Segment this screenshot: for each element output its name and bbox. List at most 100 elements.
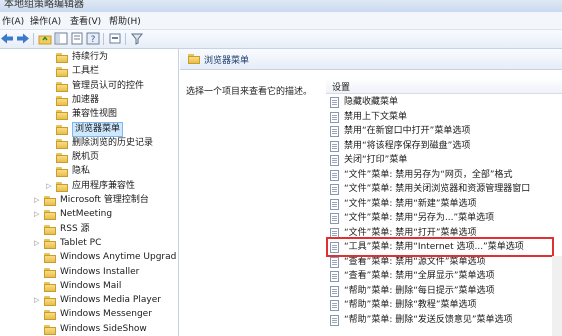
- setting-label: “查看”菜单: 禁用“源文件”菜单选项: [344, 256, 486, 267]
- properties-icon[interactable]: [108, 32, 122, 45]
- folder-icon: [56, 95, 68, 106]
- tree-item[interactable]: Windows Anytime Upgrad: [34, 251, 178, 265]
- tree-item[interactable]: RSS 源: [34, 223, 178, 237]
- policy-setting-icon: [330, 169, 339, 181]
- scrollbar[interactable]: [552, 256, 562, 336]
- forward-icon[interactable]: [16, 32, 30, 45]
- title-bar: 本地组策略编辑器: [0, 0, 562, 12]
- setting-row[interactable]: 禁用上下文菜单: [330, 111, 550, 125]
- policy-setting-icon: [330, 213, 339, 224]
- tree-item-label: NetMeeting: [60, 209, 113, 220]
- setting-row[interactable]: “查看”菜单: 禁用“源文件”菜单选项: [330, 256, 550, 270]
- folder-icon: [56, 52, 68, 63]
- setting-row[interactable]: “帮助”菜单: 删除“发送反馈意见”菜单选项: [330, 314, 550, 328]
- tree-item[interactable]: 持续行为: [46, 51, 178, 65]
- setting-row[interactable]: “文件”菜单: 禁用关闭浏览器和资源管理器窗口: [330, 183, 550, 197]
- menu-view[interactable]: 查看(V): [70, 14, 101, 27]
- expand-arrow-icon[interactable]: ▷: [34, 210, 42, 218]
- tree-item-label: 兼容性视图: [72, 109, 118, 120]
- tree-item[interactable]: 工具栏: [46, 65, 178, 79]
- setting-row[interactable]: “帮助”菜单: 删除“每日提示”菜单选项: [330, 285, 550, 299]
- folder-icon: [44, 238, 56, 249]
- window-title: 本地组策略编辑器: [4, 0, 84, 10]
- highlight-box: [326, 237, 554, 257]
- tree-item-label: 隐私: [72, 166, 91, 177]
- menu-help[interactable]: 帮助(H): [109, 14, 141, 27]
- setting-label: “文件”菜单: 禁用“新建”菜单选项: [344, 198, 477, 209]
- tree-item[interactable]: 加速器: [46, 94, 178, 108]
- folder-icon: [44, 224, 56, 235]
- tree-item[interactable]: Windows Installer: [34, 266, 178, 280]
- tree-item[interactable]: ▷ Microsoft 管理控制台: [34, 194, 178, 208]
- folder-icon: [56, 152, 68, 164]
- tree-item[interactable]: 删除浏览的历史记录: [46, 137, 178, 151]
- policy-setting-icon: [330, 184, 339, 195]
- expand-arrow-icon[interactable]: ▷: [46, 182, 54, 190]
- setting-row[interactable]: “文件”菜单: 禁用“新建”菜单选项: [330, 198, 550, 212]
- filter-icon[interactable]: [130, 32, 144, 45]
- setting-label: “帮助”菜单: 删除“发送反馈意见”菜单选项: [344, 314, 513, 325]
- tree-item[interactable]: Windows SideShow: [34, 323, 178, 336]
- navigation-tree: 持续行为工具栏 管理员认可的控件 加速器兼容性视图 浏览器菜单 删除浏览的历史记录 脱机页…: [0, 49, 179, 336]
- tree-item-label: 持续行为: [72, 52, 109, 62]
- tree-item-label: Windows Messenger: [60, 309, 152, 320]
- menu-action[interactable]: 操作(A): [30, 14, 61, 27]
- folder-icon: [44, 267, 56, 278]
- setting-row[interactable]: 隐藏收藏菜单: [330, 96, 550, 110]
- folder-icon: [44, 295, 56, 307]
- setting-row[interactable]: “帮助”菜单: 删除“教程”菜单选项: [330, 299, 550, 313]
- folder-icon: [56, 166, 68, 178]
- setting-row[interactable]: 关闭“打印”菜单: [330, 154, 550, 168]
- policy-setting-icon: [330, 126, 339, 137]
- export-list-icon[interactable]: [70, 32, 84, 45]
- policy-setting-icon: [330, 111, 339, 123]
- tree-item[interactable]: 管理员认可的控件: [46, 80, 178, 94]
- back-icon[interactable]: [0, 32, 14, 45]
- folder-icon: [44, 195, 56, 206]
- expand-arrow-icon[interactable]: ▷: [34, 196, 42, 204]
- setting-row[interactable]: “文件”菜单: 禁用“另存为...”菜单选项: [330, 212, 550, 226]
- policy-setting-icon: [330, 140, 339, 152]
- policy-setting-icon: [330, 97, 339, 108]
- policy-setting-icon: [330, 155, 339, 166]
- tree-item[interactable]: 浏览器菜单: [46, 121, 178, 137]
- setting-row[interactable]: “文件”菜单: 禁用另存为“网页，全部”格式: [330, 169, 550, 183]
- tree-item[interactable]: ▷ Windows Media Player: [34, 294, 178, 308]
- policy-setting-icon: [330, 314, 339, 326]
- folder-icon: [56, 124, 68, 135]
- tree-item[interactable]: ▷ Tablet PC: [34, 237, 178, 251]
- tree-item-label: Windows Media Player: [60, 295, 161, 306]
- tree-item-label: 脱机页: [72, 152, 100, 163]
- tree-item[interactable]: 脱机页: [46, 151, 178, 165]
- tree-item[interactable]: ▷ NetMeeting: [34, 208, 178, 222]
- svg-text:?: ?: [91, 35, 96, 45]
- expand-arrow-icon[interactable]: ▷: [34, 296, 42, 304]
- setting-label: 禁用“在新窗口中打开”菜单选项: [344, 126, 471, 136]
- setting-label: 禁用“将该程序保存到磁盘”选项: [344, 140, 471, 151]
- setting-row[interactable]: “查看”菜单: 禁用“全屏显示”菜单选项: [330, 270, 550, 284]
- tree-item-label: 加速器: [72, 94, 100, 105]
- tree-item[interactable]: ▷ 应用程序兼容性: [46, 180, 178, 194]
- tree-item[interactable]: 兼容性视图: [46, 108, 178, 122]
- setting-row[interactable]: 禁用“在新窗口中打开”菜单选项: [330, 125, 550, 139]
- tree-item[interactable]: Windows Messenger: [34, 308, 178, 322]
- show-hide-tree-icon[interactable]: [54, 32, 68, 45]
- tree-item[interactable]: Windows Mail: [34, 280, 178, 294]
- toolbar-divider: [125, 33, 126, 45]
- tree-item-label: 应用程序兼容性: [72, 180, 136, 191]
- tree-item-label: 浏览器菜单: [72, 121, 124, 137]
- tree-item-label: 管理员认可的控件: [72, 80, 145, 91]
- help-icon[interactable]: ?: [86, 32, 100, 45]
- tree-item-label: Windows Mail: [60, 280, 122, 291]
- folder-icon: [44, 209, 56, 221]
- toolbar-divider: [33, 33, 34, 45]
- toolbar-divider: [103, 33, 104, 45]
- up-folder-icon[interactable]: [38, 32, 52, 45]
- expand-arrow-icon[interactable]: ▷: [34, 239, 42, 247]
- settings-column-header[interactable]: 设置: [326, 78, 562, 94]
- policy-setting-icon: [330, 256, 339, 268]
- setting-row[interactable]: 禁用“将该程序保存到磁盘”选项: [330, 140, 550, 154]
- menu-file[interactable]: 作(A): [2, 14, 24, 27]
- tree-item[interactable]: 隐私: [46, 165, 178, 179]
- setting-label: “文件”菜单: 禁用另存为“网页，全部”格式: [344, 169, 513, 180]
